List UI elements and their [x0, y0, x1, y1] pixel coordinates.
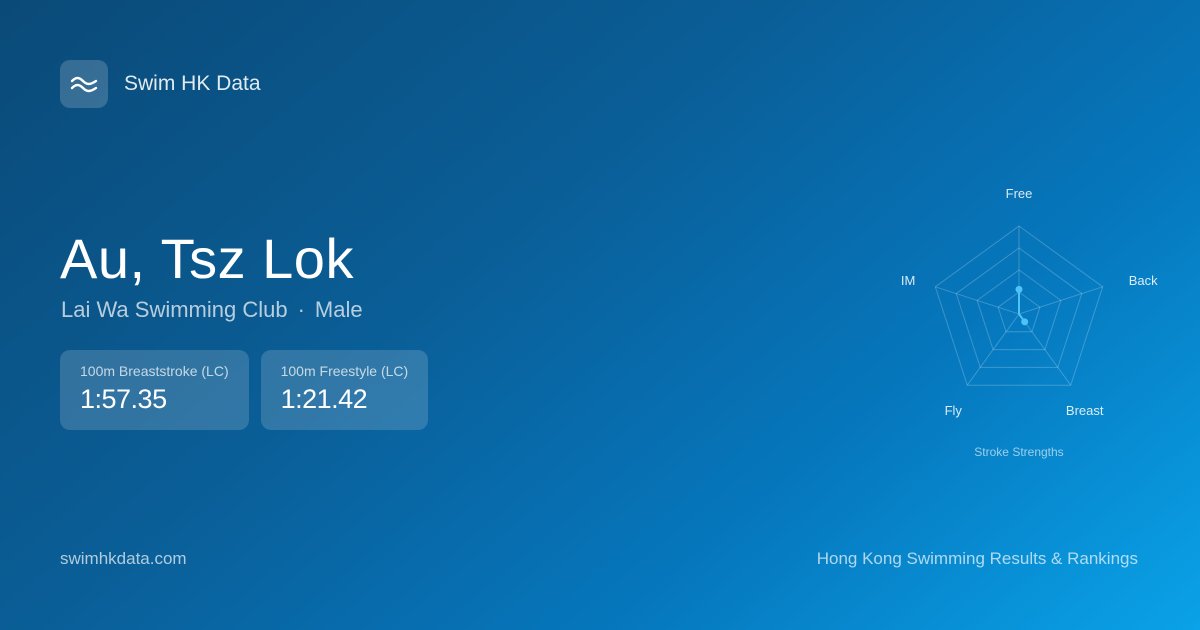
- gender: Male: [314, 297, 363, 322]
- radar-axis-label: Back: [1129, 273, 1158, 288]
- club-name: Lai Wa Swimming Club: [61, 297, 288, 322]
- athlete-name: Au, Tsz Lok: [60, 227, 354, 290]
- event-name: 100m Breaststroke (LC): [80, 363, 229, 379]
- radar-chart-title: Stroke Strengths: [974, 445, 1063, 459]
- event-time: 1:57.35: [80, 384, 167, 414]
- brand-name: Swim HK Data: [124, 72, 261, 95]
- radar-axis-label: Free: [1006, 186, 1033, 201]
- radar-axis-label: Breast: [1066, 403, 1104, 418]
- site-url[interactable]: swimhkdata.com: [60, 549, 187, 569]
- waves-icon: [60, 60, 108, 108]
- best-time-card: 100m Freestyle (LC) 1:21.42: [260, 350, 429, 430]
- radar-axis-label: IM: [901, 273, 915, 288]
- best-time-card: 100m Breaststroke (LC) 1:57.35: [60, 350, 249, 430]
- event-name: 100m Freestyle (LC): [280, 363, 409, 379]
- radar-axis-line: [1018, 286, 1103, 315]
- radar-axis-line: [935, 286, 1020, 315]
- best-times: 100m Breaststroke (LC) 1:57.35 100m Free…: [60, 350, 429, 430]
- event-time: 1:21.42: [280, 384, 368, 414]
- brand: Swim HK Data: [60, 60, 261, 108]
- athlete-subline: Lai Wa Swimming Club · Male: [61, 297, 363, 323]
- stroke-radar-chart: Free Back Breast Fly IM Stroke Strengths: [901, 186, 1158, 459]
- radar-data-point: [1021, 318, 1029, 326]
- radar-axis-label: Fly: [945, 403, 963, 418]
- subline-separator: ·: [297, 297, 305, 322]
- site-tagline: Hong Kong Swimming Results & Rankings: [816, 549, 1138, 568]
- radar-data-point: [1015, 285, 1023, 293]
